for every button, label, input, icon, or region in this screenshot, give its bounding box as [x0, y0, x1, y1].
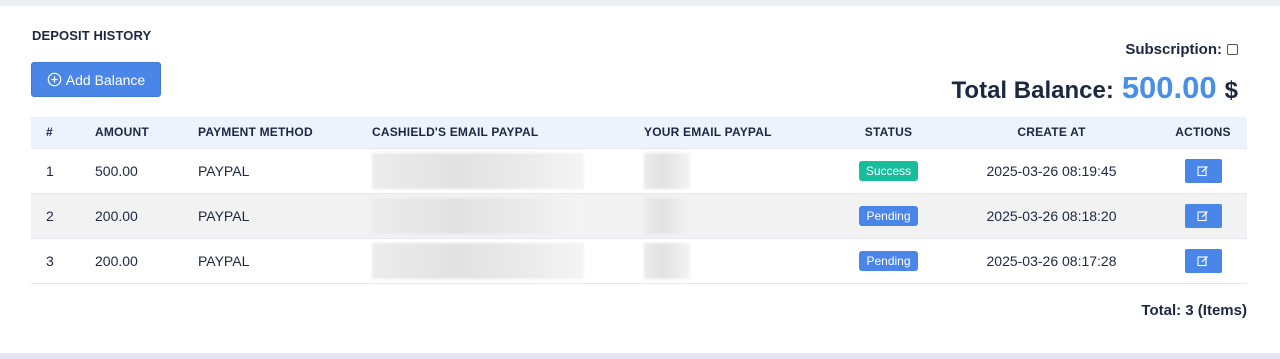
- total-balance-amount: 500.00: [1121, 70, 1217, 105]
- add-balance-button[interactable]: Add Balance: [31, 62, 161, 97]
- edit-icon: [1197, 210, 1208, 221]
- col-your-email: YOUR EMAIL PAYPAL: [644, 125, 772, 140]
- add-balance-label: Add Balance: [65, 71, 146, 88]
- edit-button[interactable]: [1184, 203, 1222, 228]
- row-cashield-email: [372, 238, 644, 283]
- row-created: 2025-03-26 08:19:45: [986, 162, 1117, 179]
- total-balance-label: Total Balance:: [951, 77, 1114, 104]
- row-number: 1: [46, 162, 54, 179]
- redacted-email: [372, 197, 584, 234]
- col-cashield-email: CASHIELD'S EMAIL PAYPAL: [372, 125, 539, 140]
- redacted-email: [644, 152, 690, 189]
- row-amount: 200.00: [95, 252, 138, 269]
- subscription-label: Subscription:: [1125, 41, 1222, 58]
- col-status: STATUS: [864, 125, 913, 140]
- row-method: PAYPAL: [198, 207, 250, 224]
- row-amount: 500.00: [95, 162, 138, 179]
- total-balance-currency: $: [1224, 77, 1238, 104]
- row-status: Pending: [833, 193, 944, 238]
- edit-button[interactable]: [1184, 248, 1222, 273]
- edit-button[interactable]: [1184, 158, 1222, 183]
- subscription-checkbox[interactable]: [1227, 44, 1238, 55]
- deposit-history-card: DEPOSIT HISTORY Add Balance Subscription…: [0, 6, 1280, 353]
- col-payment-method: PAYMENT METHOD: [198, 125, 313, 140]
- row-method: PAYPAL: [198, 162, 250, 179]
- row-your-email: [644, 238, 833, 283]
- row-cashield-email: [372, 193, 644, 238]
- row-amount: 200.00: [95, 207, 138, 224]
- row-status: Pending: [833, 238, 944, 283]
- table-row: 3 200.00 PAYPAL Pending 2025-03-26 08:17…: [31, 238, 1247, 283]
- col-number: #: [46, 125, 53, 140]
- items-total: Total: 3 (Items): [1141, 302, 1247, 319]
- table-row: 2 200.00 PAYPAL Pending 2025-03-26 08:18…: [31, 193, 1247, 238]
- row-created: 2025-03-26 08:17:28: [986, 252, 1117, 269]
- status-badge: Pending: [859, 250, 918, 271]
- redacted-email: [644, 242, 690, 279]
- row-cashield-email: [372, 148, 644, 193]
- status-badge: Success: [858, 160, 919, 181]
- row-number: 3: [46, 252, 54, 269]
- table-row: 1 500.00 PAYPAL Success 2025-03-26 08:19…: [31, 148, 1247, 193]
- table-header-row: # AMOUNT PAYMENT METHOD CASHIELD'S EMAIL…: [31, 117, 1247, 148]
- subscription-toggle: Subscription:: [1125, 41, 1238, 58]
- row-actions: [1159, 193, 1247, 238]
- total-balance: Total Balance: 500.00 $: [952, 70, 1238, 106]
- col-create-at: CREATE AT: [1017, 125, 1086, 140]
- col-actions: ACTIONS: [1175, 125, 1231, 140]
- plus-circle-icon: [47, 72, 62, 87]
- page-title: DEPOSIT HISTORY: [32, 28, 152, 43]
- redacted-email: [644, 197, 690, 234]
- page-bottom-strip: [0, 353, 1280, 359]
- row-your-email: [644, 193, 833, 238]
- col-amount: AMOUNT: [95, 125, 149, 140]
- row-actions: [1159, 238, 1247, 283]
- row-status: Success: [833, 148, 944, 193]
- row-your-email: [644, 148, 833, 193]
- deposit-table: # AMOUNT PAYMENT METHOD CASHIELD'S EMAIL…: [31, 117, 1247, 284]
- row-created: 2025-03-26 08:18:20: [986, 207, 1117, 224]
- row-method: PAYPAL: [198, 252, 250, 269]
- status-badge: Pending: [859, 205, 918, 226]
- row-number: 2: [46, 207, 54, 224]
- edit-icon: [1197, 255, 1208, 266]
- redacted-email: [372, 242, 584, 279]
- redacted-email: [372, 152, 584, 189]
- row-actions: [1159, 148, 1247, 193]
- edit-icon: [1197, 165, 1208, 176]
